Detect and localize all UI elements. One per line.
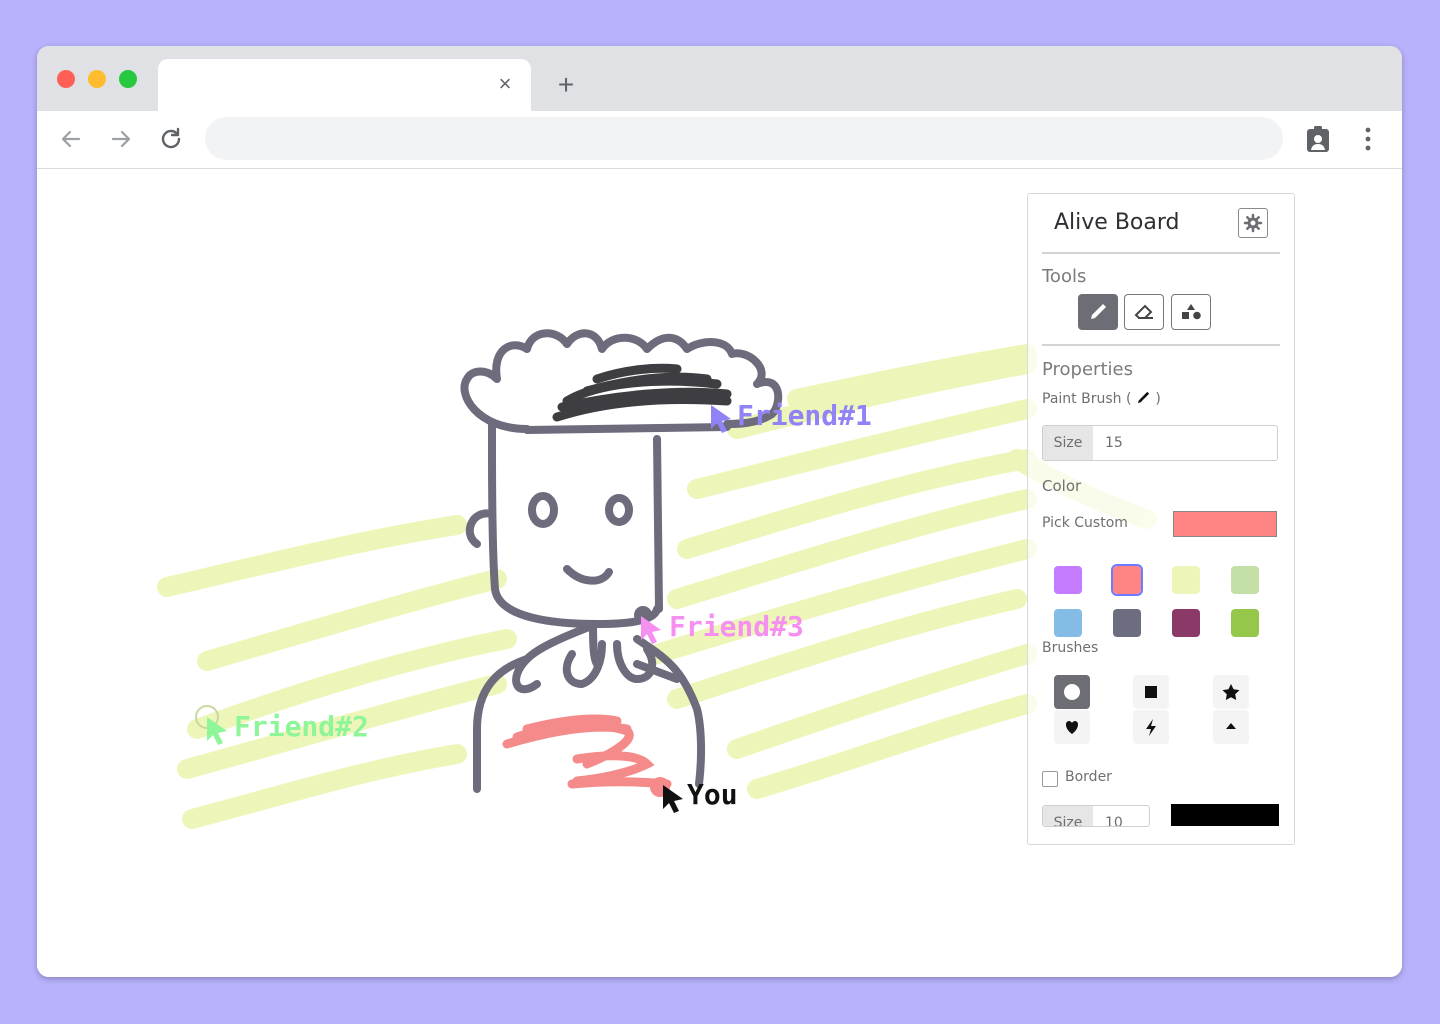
pick-custom-label: Pick Custom bbox=[1042, 515, 1128, 531]
star-icon bbox=[1222, 684, 1240, 700]
panel-title: Alive Board bbox=[1054, 210, 1180, 235]
heart-icon bbox=[1065, 721, 1079, 734]
color-swatch-slate[interactable] bbox=[1113, 609, 1141, 637]
border-label: Border bbox=[1065, 769, 1112, 785]
browser-tab[interactable]: × bbox=[158, 59, 531, 111]
brush-icon bbox=[1091, 304, 1106, 319]
color-label: Color bbox=[1042, 477, 1082, 495]
forward-arrow-icon[interactable] bbox=[107, 125, 135, 153]
browser-window: × + Friend#1 Friend#3 Friend#2 You Alive… bbox=[37, 46, 1402, 977]
color-swatch-light-blue[interactable] bbox=[1054, 609, 1082, 637]
reload-icon[interactable] bbox=[157, 125, 185, 153]
extension-badge-icon[interactable] bbox=[1304, 124, 1332, 154]
title-bar: × + bbox=[37, 46, 1402, 111]
border-size-addon: Size bbox=[1043, 806, 1093, 826]
eraser-tool-button[interactable] bbox=[1124, 294, 1164, 330]
color-swatch-plum[interactable] bbox=[1172, 609, 1200, 637]
brush-heart-button[interactable] bbox=[1054, 710, 1090, 744]
tab-close-icon[interactable]: × bbox=[493, 72, 517, 96]
minimize-window-button[interactable] bbox=[88, 70, 106, 88]
triangle-icon bbox=[1226, 723, 1236, 729]
brush-bolt-button[interactable] bbox=[1133, 710, 1169, 744]
color-swatch-coral[interactable] bbox=[1111, 564, 1143, 596]
size-addon: Size bbox=[1043, 426, 1093, 460]
tools-label: Tools bbox=[1042, 266, 1087, 287]
new-tab-button[interactable]: + bbox=[552, 71, 580, 99]
panel-divider bbox=[1042, 252, 1280, 254]
brush-size-input-group[interactable]: Size 15 bbox=[1042, 425, 1278, 461]
color-swatch-green[interactable] bbox=[1231, 609, 1259, 637]
brush-size-input[interactable]: 15 bbox=[1105, 426, 1123, 460]
panel-divider bbox=[1042, 344, 1280, 346]
alive-board-panel: Alive Board Tools Properties Paint Brush… bbox=[1027, 193, 1295, 845]
cursor-label-friend3: Friend#3 bbox=[669, 610, 804, 643]
border-size-input[interactable]: 10 bbox=[1105, 806, 1123, 826]
cursor-label-you: You bbox=[687, 778, 738, 811]
color-swatch-light-green[interactable] bbox=[1231, 566, 1259, 594]
circle-icon bbox=[1064, 684, 1080, 700]
brushes-label: Brushes bbox=[1042, 640, 1099, 656]
property-subject-label: Paint Brush ( ) bbox=[1042, 390, 1161, 407]
color-swatch-purple[interactable] bbox=[1054, 566, 1082, 594]
border-size-input-group[interactable]: Size 10 bbox=[1042, 805, 1150, 827]
you-cursor-icon bbox=[663, 785, 683, 813]
brush-circle-button[interactable] bbox=[1054, 675, 1090, 709]
brush-tool-button[interactable] bbox=[1078, 294, 1118, 330]
eraser-icon bbox=[1134, 304, 1153, 319]
maximize-window-button[interactable] bbox=[119, 70, 137, 88]
cursor-label-friend1: Friend#1 bbox=[737, 399, 872, 432]
brush-square-button[interactable] bbox=[1133, 675, 1169, 709]
cursor-label-friend2: Friend#2 bbox=[234, 710, 369, 743]
border-color-picker[interactable] bbox=[1171, 804, 1279, 826]
color-swatch-light-yellow[interactable] bbox=[1172, 566, 1200, 594]
square-icon bbox=[1145, 686, 1157, 698]
border-checkbox[interactable] bbox=[1042, 771, 1058, 787]
shapes-tool-button[interactable] bbox=[1171, 294, 1211, 330]
bolt-icon bbox=[1146, 719, 1156, 736]
brush-icon bbox=[1137, 391, 1149, 404]
settings-gear-icon[interactable] bbox=[1238, 208, 1268, 238]
back-arrow-icon[interactable] bbox=[57, 125, 85, 153]
kebab-menu-icon[interactable] bbox=[1357, 124, 1379, 154]
browser-toolbar bbox=[37, 111, 1402, 169]
custom-color-picker[interactable] bbox=[1173, 511, 1277, 537]
address-bar[interactable] bbox=[205, 117, 1283, 160]
property-subject-end: ) bbox=[1155, 391, 1161, 407]
brush-star-button[interactable] bbox=[1213, 675, 1249, 709]
shapes-icon bbox=[1182, 304, 1201, 320]
property-subject-text: Paint Brush ( bbox=[1042, 391, 1132, 407]
brush-triangle-button[interactable] bbox=[1213, 710, 1249, 744]
close-window-button[interactable] bbox=[57, 70, 75, 88]
properties-label: Properties bbox=[1042, 359, 1133, 380]
drawing-canvas[interactable]: Friend#1 Friend#3 Friend#2 You Alive Boa… bbox=[37, 169, 1402, 977]
